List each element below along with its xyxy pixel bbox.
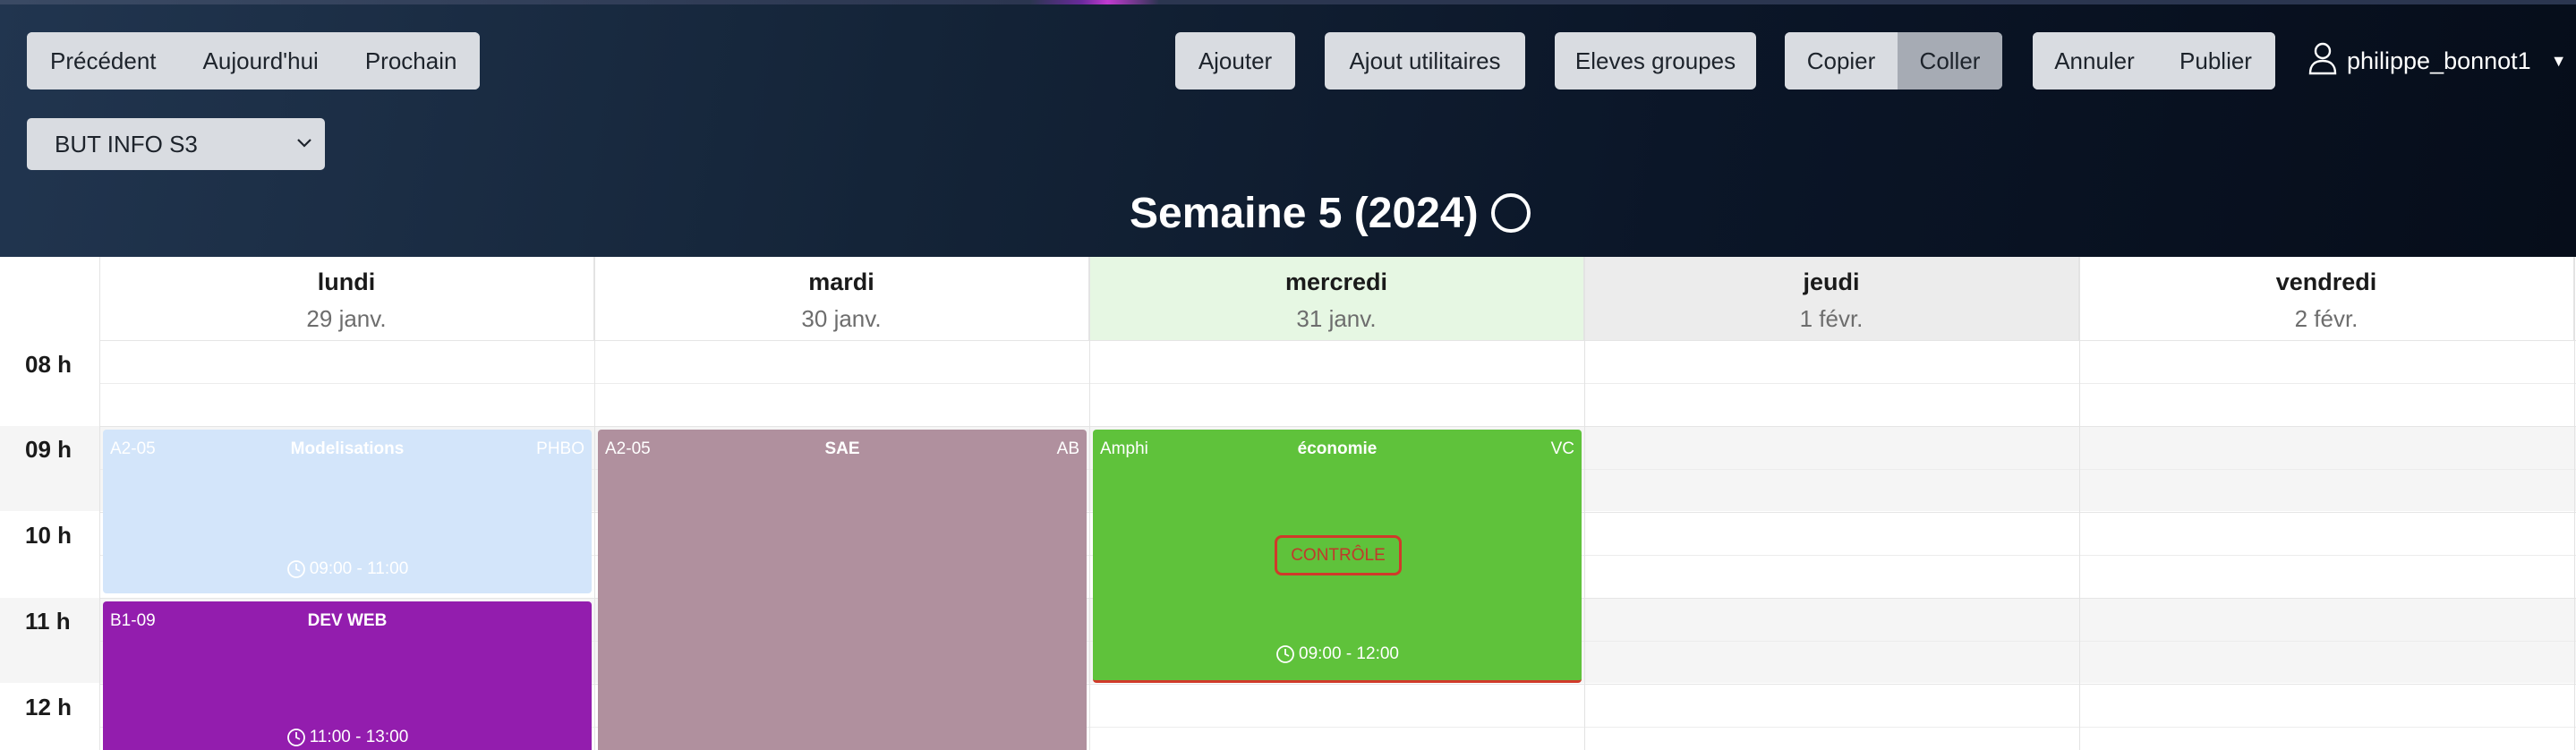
event-title: Modelisations [290,439,405,458]
event-modelisations[interactable]: A2-05 Modelisations PHBO 09:00 - 11:00 [103,430,592,593]
publish-button[interactable]: Publier [2156,32,2275,89]
event-title: économie [1297,439,1378,458]
hour-label: 10 h [25,522,73,549]
event-title: DEV WEB [307,611,388,630]
chevron-down-icon [297,139,311,148]
event-time: 09:00 - 12:00 [1093,644,1582,664]
publish-group: Annuler Publier [2033,32,2275,89]
group-select[interactable]: BUT INFO S3 [27,118,325,170]
day-header-mardi[interactable]: mardi 30 janv. [594,257,1089,340]
day-name: jeudi [1803,268,1860,295]
top-strip [0,0,2576,4]
next-button[interactable]: Prochain [341,32,481,89]
paste-button[interactable]: Coller [1898,32,2002,89]
copy-button[interactable]: Copier [1785,32,1898,89]
groups-group: Eleves groupes [1555,32,1756,89]
week-navigation: Précédent Aujourd'hui Prochain [27,32,481,89]
hour-label: 11 h [25,608,71,635]
event-time-text: 09:00 - 11:00 [309,559,409,578]
event-economie[interactable]: Amphi économie VC CONTRÔLE 09:00 - 12:00 [1093,430,1582,683]
event-teacher: PHBO [536,439,584,458]
username: philippe_bonnot1 [2347,47,2531,74]
cancel-button[interactable]: Annuler [2033,32,2156,89]
day-date: 1 févr. [1799,305,1864,332]
event-time-text: 09:00 - 12:00 [1299,644,1399,663]
event-time-text: 11:00 - 13:00 [309,728,409,746]
clock-icon [286,560,305,578]
clock-icon [286,729,305,746]
clock-icon [1276,645,1294,663]
status-circle-icon[interactable] [1491,193,1531,233]
event-time: 11:00 - 13:00 [103,728,592,747]
grid-line [99,383,2576,384]
event-teacher: AB [1056,439,1079,458]
day-date: 31 janv. [1296,305,1377,332]
event-time: 09:00 - 11:00 [103,559,592,579]
event-sae[interactable]: A2-05 SAE AB [598,430,1087,750]
event-dev-web[interactable]: B1-09 DEV WEB 11:00 - 13:00 [103,601,592,750]
grid-line [99,426,2576,427]
event-teacher: VC [1550,439,1574,458]
caret-down-icon: ▼ [2550,51,2567,70]
week-calendar: lundi 29 janv. mardi 30 janv. mercredi 3… [0,257,2576,750]
day-header-jeudi[interactable]: jeudi 1 févr. [1584,257,2079,340]
column-divider [2574,257,2575,750]
event-title: SAE [824,439,860,458]
student-groups-button[interactable]: Eleves groupes [1555,32,1756,89]
user-menu[interactable]: philippe_bonnot1 ▼ [2307,32,2567,89]
previous-button[interactable]: Précédent [27,32,180,89]
user-icon [2307,41,2338,81]
utilities-group: Ajout utilitaires [1325,32,1525,89]
day-date: 2 févr. [2294,305,2358,332]
control-badge: CONTRÔLE [1275,535,1402,575]
day-name: lundi [317,268,376,295]
day-header-vendredi[interactable]: vendredi 2 févr. [2079,257,2574,340]
group-select-value: BUT INFO S3 [55,130,198,158]
add-group: Ajouter [1175,32,1295,89]
grid-line [99,340,2576,341]
clipboard-group: Copier Coller [1785,32,2002,89]
day-header-lundi[interactable]: lundi 29 janv. [99,257,594,340]
day-name: mardi [808,268,874,295]
day-header-mercredi[interactable]: mercredi 31 janv. [1089,257,1584,340]
hour-label: 12 h [25,694,73,720]
day-date: 29 janv. [306,305,387,332]
hour-label: 08 h [25,351,73,378]
day-date: 30 janv. [801,305,882,332]
day-name: mercredi [1284,268,1388,295]
day-name: vendredi [2275,268,2377,295]
hour-label: 09 h [25,436,73,463]
today-button[interactable]: Aujourd'hui [179,32,342,89]
header-bar: Précédent Aujourd'hui Prochain Ajouter A… [0,0,2576,257]
add-button[interactable]: Ajouter [1175,32,1295,89]
week-title: Semaine 5 (2024) [1130,189,1479,237]
add-utilities-button[interactable]: Ajout utilitaires [1325,32,1525,89]
